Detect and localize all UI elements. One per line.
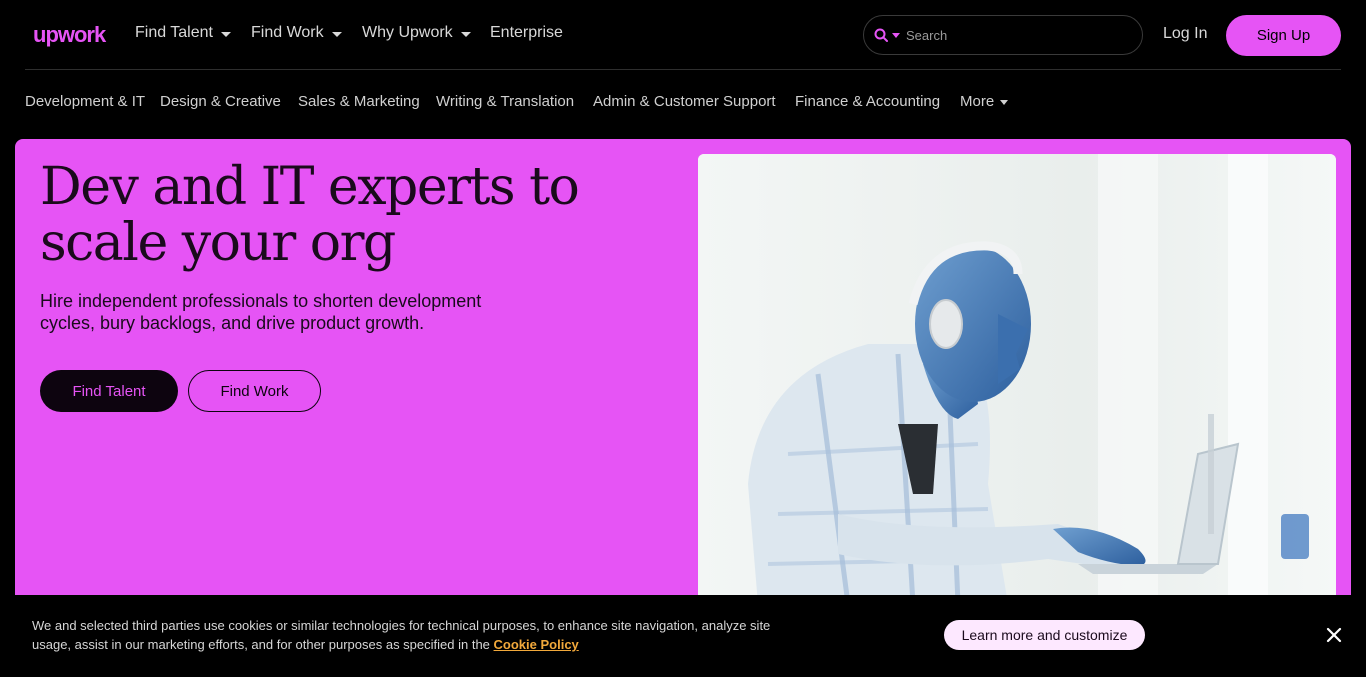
nav-find-work[interactable]: Find Work bbox=[251, 24, 342, 42]
nav-find-talent-label: Find Talent bbox=[135, 24, 213, 41]
search-type-chevron-icon[interactable] bbox=[892, 32, 900, 38]
learn-more-customize-button[interactable]: Learn more and customize bbox=[944, 620, 1145, 650]
svg-text:upwork: upwork bbox=[33, 22, 107, 47]
signup-button[interactable]: Sign Up bbox=[1226, 15, 1341, 56]
nav-divider bbox=[25, 69, 1341, 70]
category-design-creative[interactable]: Design & Creative bbox=[160, 93, 281, 110]
chevron-down-icon bbox=[1000, 100, 1009, 105]
cookie-policy-link[interactable]: Cookie Policy bbox=[494, 637, 579, 652]
hero-title: Dev and IT experts to scale your org bbox=[40, 157, 580, 273]
category-writing-translation[interactable]: Writing & Translation bbox=[436, 93, 574, 110]
cookie-banner: We and selected third parties use cookie… bbox=[0, 595, 1366, 677]
nav-why-upwork[interactable]: Why Upwork bbox=[362, 24, 471, 42]
search-icon[interactable] bbox=[874, 28, 888, 42]
cookie-text-block: We and selected third parties use cookie… bbox=[32, 616, 772, 654]
search-box[interactable] bbox=[863, 15, 1143, 55]
category-admin-customer-support[interactable]: Admin & Customer Support bbox=[593, 93, 776, 110]
category-finance-accounting[interactable]: Finance & Accounting bbox=[795, 93, 940, 110]
find-talent-button[interactable]: Find Talent bbox=[40, 370, 178, 412]
nav-find-talent[interactable]: Find Talent bbox=[135, 24, 231, 42]
category-navigation: Development & IT Design & Creative Sales… bbox=[0, 93, 1366, 113]
find-work-button[interactable]: Find Work bbox=[188, 370, 321, 412]
category-more-label: More bbox=[960, 93, 995, 110]
chevron-down-icon bbox=[460, 31, 471, 37]
top-navigation: upwork Find Talent Find Work Why Upwork … bbox=[0, 0, 1366, 70]
close-icon[interactable] bbox=[1322, 623, 1346, 647]
search-input[interactable] bbox=[906, 27, 1126, 43]
cookie-text: We and selected third parties use cookie… bbox=[32, 618, 771, 652]
login-link[interactable]: Log In bbox=[1163, 25, 1207, 43]
chevron-down-icon bbox=[220, 31, 231, 37]
hero-image bbox=[698, 154, 1336, 604]
upwork-logo[interactable]: upwork bbox=[33, 22, 117, 48]
hero-subtitle: Hire independent professionals to shorte… bbox=[40, 291, 482, 333]
nav-enterprise-label: Enterprise bbox=[490, 24, 563, 41]
nav-why-upwork-label: Why Upwork bbox=[362, 24, 453, 41]
chevron-down-icon bbox=[331, 31, 342, 37]
nav-enterprise[interactable]: Enterprise bbox=[490, 24, 563, 42]
nav-find-work-label: Find Work bbox=[251, 24, 324, 41]
category-development-it[interactable]: Development & IT bbox=[25, 93, 145, 110]
category-more[interactable]: More bbox=[960, 93, 1009, 110]
category-sales-marketing[interactable]: Sales & Marketing bbox=[298, 93, 420, 110]
